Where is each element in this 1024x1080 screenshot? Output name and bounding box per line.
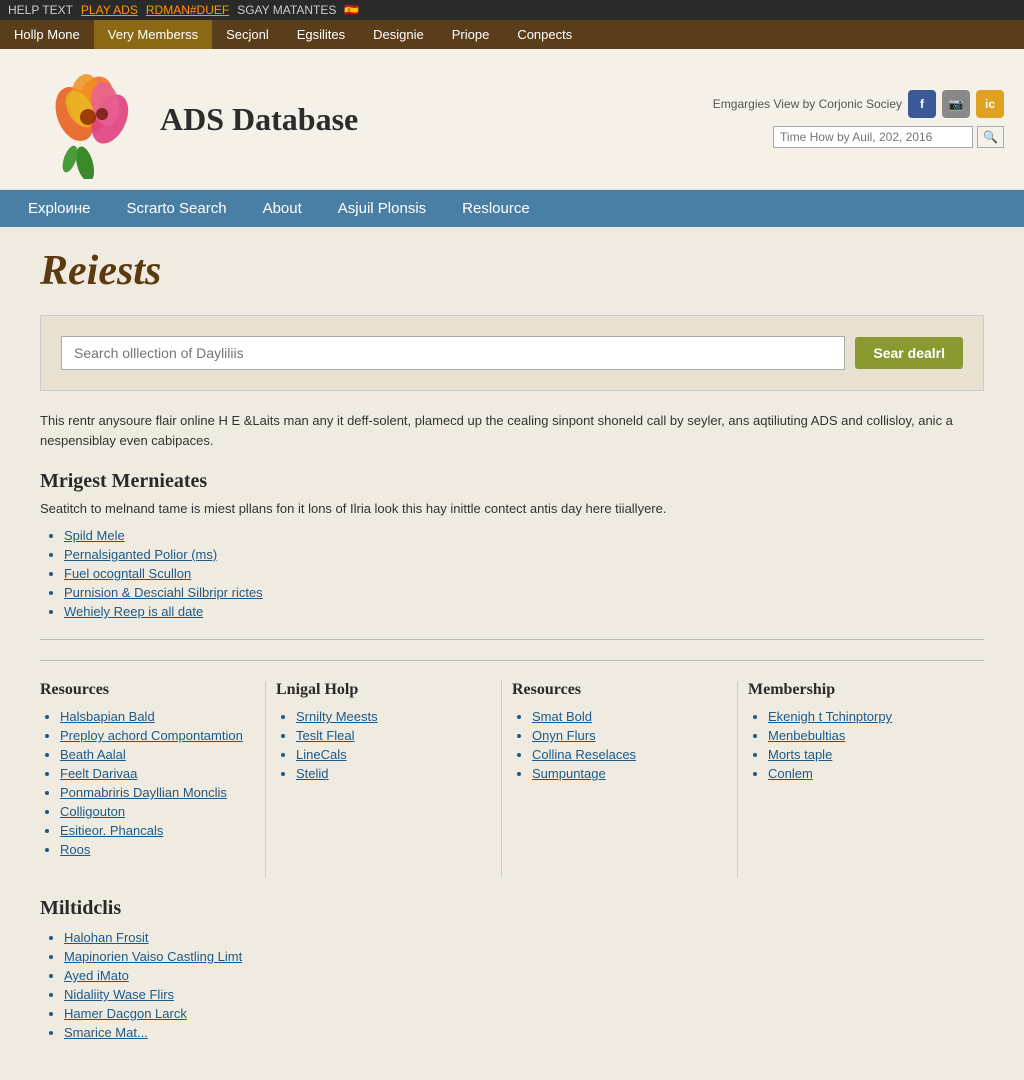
miltidclis-section: Miltidclis Halohan Frosit Mapinorien Vai… (40, 897, 984, 1040)
footer-col-title: Lnigal Holp (276, 681, 491, 699)
footer-col-list: Halsbapian Bald Preploy achord Compontam… (40, 709, 255, 857)
list-item[interactable]: Ayed iMato (64, 968, 984, 983)
site-title: ADS Database (160, 101, 358, 138)
desc-text: This rentr anysoure flair online H E &La… (40, 411, 984, 450)
subheading: Mrigest Mernieates (40, 470, 984, 493)
nav-item-conpects[interactable]: Conpects (503, 20, 586, 49)
footer-col-list: Ekenigh t Tchinptorpy Menbebultias Morts… (748, 709, 974, 781)
facebook-icon[interactable]: f (908, 90, 936, 118)
main-bullet-list: Spild Mele Pernalsiganted Polior (ms) Fu… (40, 528, 984, 619)
list-item[interactable]: Esitieor. Phancals (60, 823, 255, 838)
header-right: Emgargies View by Corjonic Sociey f 📷 ic… (713, 90, 1004, 148)
list-item[interactable]: Halsbapian Bald (60, 709, 255, 724)
blue-nav-asjuil[interactable]: Asjuil Plonsis (320, 190, 444, 227)
search-area: Sear dealrl (40, 315, 984, 391)
list-item[interactable]: Colligouton (60, 804, 255, 819)
main-content: Reiests Sear dealrl This rentr anysoure … (0, 227, 1024, 1080)
list-item[interactable]: Spild Mele (64, 528, 984, 543)
nav-item-egsilites[interactable]: Egsilites (283, 20, 359, 49)
main-search-button[interactable]: Sear dealrl (855, 337, 963, 369)
flower-logo (20, 59, 150, 179)
nav-item-very[interactable]: Very Memberss (94, 20, 212, 49)
footer-col-lnigal: Lnigal Holp Srnilty Meests Teslt Fleal L… (276, 681, 502, 877)
list-item[interactable]: Fuel ocogntall Scullon (64, 566, 984, 581)
list-item[interactable]: Collina Reselaces (532, 747, 727, 762)
blue-nav-explore[interactable]: Exploине (10, 190, 109, 227)
list-item[interactable]: Onyn Flurs (532, 728, 727, 743)
list-item[interactable]: Menbebultias (768, 728, 974, 743)
header: ADS Database Emgargies View by Corjonic … (0, 49, 1024, 190)
list-item[interactable]: Beath Aalal (60, 747, 255, 762)
list-item[interactable]: Pernalsiganted Polior (ms) (64, 547, 984, 562)
top-bar-suffix: SGAY MATANTES (237, 3, 336, 17)
list-item[interactable]: Wehiely Reep is all date (64, 604, 984, 619)
footer-columns: Resources Halsbapian Bald Preploy achord… (40, 660, 984, 877)
nav-item-priope[interactable]: Priope (438, 20, 504, 49)
flag-icon: 🇪🇸 (344, 3, 359, 17)
list-item[interactable]: Feelt Darivaa (60, 766, 255, 781)
top-bar-text: HELP TEXT (8, 3, 73, 17)
blue-nav-scrarto[interactable]: Scrarto Search (109, 190, 245, 227)
main-search-input[interactable] (61, 336, 845, 370)
nav-item-secjonl[interactable]: Secjonl (212, 20, 283, 49)
social-links: Emgargies View by Corjonic Sociey f 📷 ic (713, 90, 1004, 118)
footer-col-list: Srnilty Meests Teslt Fleal LineCals Stel… (276, 709, 491, 781)
list-item[interactable]: Smarice Mat... (64, 1025, 984, 1040)
top-bar: HELP TEXT PLAY ADS RDMAN#DUEF SGAY MATAN… (0, 0, 1024, 20)
list-item[interactable]: Sumpuntage (532, 766, 727, 781)
subtext: Seatitch to melnand tame is miest pllans… (40, 501, 984, 516)
nav-item-hollp[interactable]: Hollp Mone (0, 20, 94, 49)
list-item[interactable]: Halohan Frosit (64, 930, 984, 945)
blue-nav-about[interactable]: About (245, 190, 320, 227)
footer-col-resources1: Resources Halsbapian Bald Preploy achord… (40, 681, 266, 877)
footer-col-membership: Membership Ekenigh t Tchinptorpy Menbebu… (748, 681, 984, 877)
list-item[interactable]: Conlem (768, 766, 974, 781)
section-divider (40, 639, 984, 640)
photo-icon[interactable]: 📷 (942, 90, 970, 118)
blue-nav: Exploине Scrarto Search About Asjuil Plo… (0, 190, 1024, 227)
list-item[interactable]: Morts taple (768, 747, 974, 762)
list-item[interactable]: Smat Bold (532, 709, 727, 724)
ic-icon[interactable]: ic (976, 90, 1004, 118)
top-bar-link[interactable]: PLAY ADS (81, 3, 138, 17)
nav-item-designie[interactable]: Designie (359, 20, 438, 49)
list-item[interactable]: Srnilty Meests (296, 709, 491, 724)
social-text: Emgargies View by Corjonic Sociey (713, 97, 902, 111)
top-bar-link2[interactable]: RDMAN#DUEF (146, 3, 229, 17)
list-item[interactable]: LineCals (296, 747, 491, 762)
nav-bar: Hollp Mone Very Memberss Secjonl Egsilit… (0, 20, 1024, 49)
footer-col-title: Membership (748, 681, 974, 699)
footer-col-title: Resources (40, 681, 255, 699)
header-search-input[interactable] (773, 126, 973, 148)
footer-col-title: Resources (512, 681, 727, 699)
list-item[interactable]: Preploy achord Compontamtion (60, 728, 255, 743)
list-item[interactable]: Teslt Fleal (296, 728, 491, 743)
list-item[interactable]: Purnision & Desciahl Silbripr rictes (64, 585, 984, 600)
footer-col-resources2: Resources Smat Bold Onyn Flurs Collina R… (512, 681, 738, 877)
header-search-button[interactable]: 🔍 (977, 126, 1004, 148)
header-search: 🔍 (773, 126, 1004, 148)
list-item[interactable]: Nidaliity Wase Flirs (64, 987, 984, 1002)
footer-col-list: Smat Bold Onyn Flurs Collina Reselaces S… (512, 709, 727, 781)
blue-nav-reslource[interactable]: Reslource (444, 190, 548, 227)
list-item[interactable]: Mapinorien Vaiso Castling Limt (64, 949, 984, 964)
list-item[interactable]: Stelid (296, 766, 491, 781)
page-heading: Reiests (40, 247, 984, 295)
list-item[interactable]: Hamer Dacgon Larck (64, 1006, 984, 1021)
logo-area: ADS Database (20, 59, 358, 179)
list-item[interactable]: Ponmabriris Dayllian Monclis (60, 785, 255, 800)
list-item[interactable]: Ekenigh t Tchinptorpy (768, 709, 974, 724)
miltidclis-heading: Miltidclis (40, 897, 984, 920)
list-item[interactable]: Roos (60, 842, 255, 857)
